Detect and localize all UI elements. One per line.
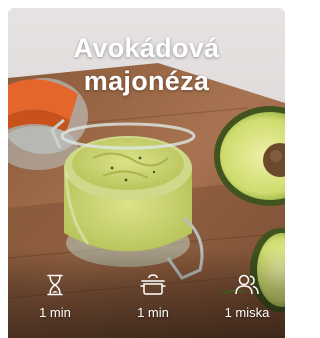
pot-icon [140,274,166,295]
cook-time-value: 1 min [137,305,169,320]
servings: 1 miska [207,274,285,320]
cook-time: 1 min [113,274,193,320]
servings-value: 1 miska [224,305,270,320]
recipe-title-line2: majonéza [83,66,210,96]
hourglass-icon [47,274,63,296]
people-icon [235,274,259,295]
recipe-title[interactable]: Avokádová majonéza [8,32,285,98]
recipe-card[interactable]: Avokádová majonéza 1 min 1 min 1 miska [8,8,285,338]
recipe-meta: 1 min 1 min 1 miska [8,274,285,330]
recipe-title-line1: Avokádová [73,33,220,63]
prep-time: 1 min [15,274,95,320]
prep-time-value: 1 min [39,305,71,320]
